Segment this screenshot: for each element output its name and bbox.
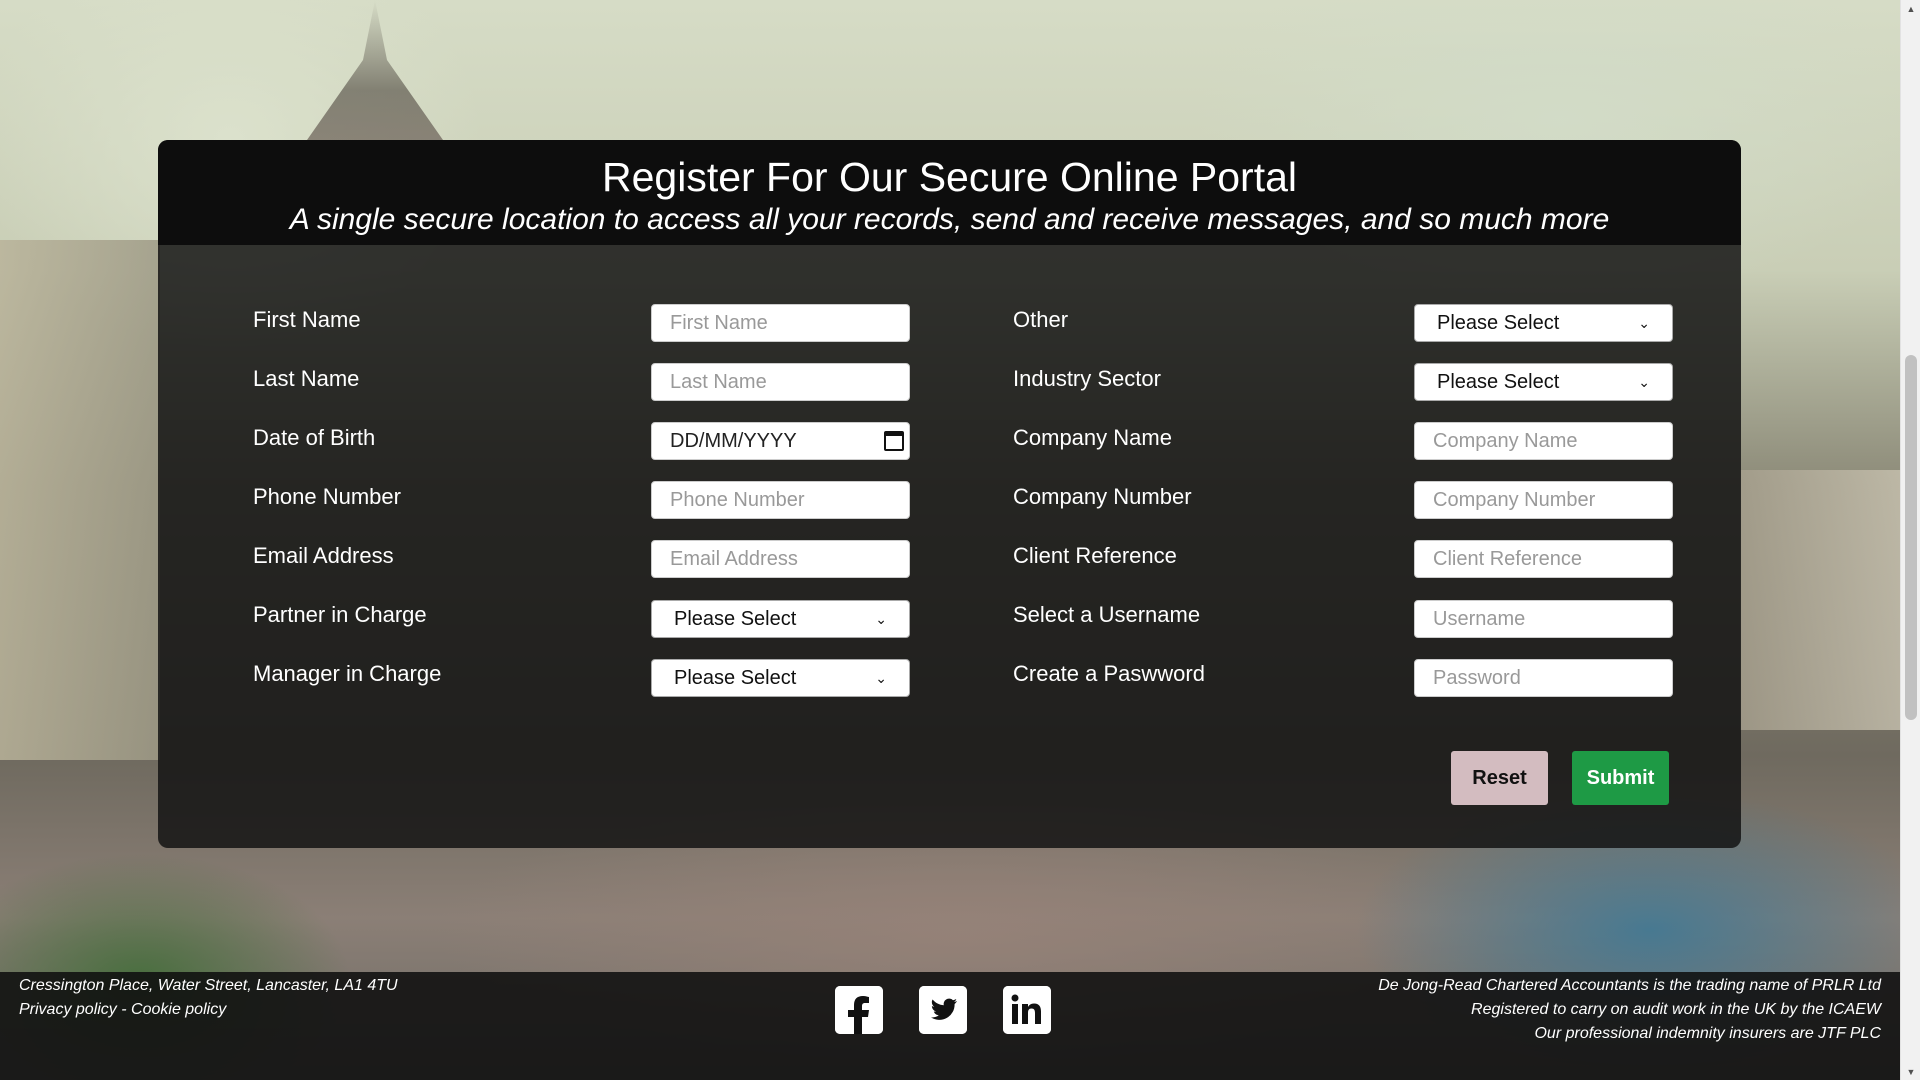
email-address-input[interactable]: Email Address	[651, 540, 910, 578]
footer-left: Cressington Place, Water Street, Lancast…	[19, 974, 398, 1022]
page-subtitle: A single secure location to access all y…	[289, 203, 1610, 236]
date-of-birth-value: DD/MM/YYYY	[670, 429, 797, 452]
industry-sector-value: Please Select	[1437, 370, 1560, 393]
footer-address: Cressington Place, Water Street, Lancast…	[19, 977, 398, 994]
twitter-icon[interactable]	[919, 986, 967, 1034]
footer-links: Privacy policy - Cookie policy	[19, 998, 398, 1022]
company-name-input[interactable]: Company Name	[1414, 422, 1673, 460]
company-name-label: Company Name	[1013, 425, 1172, 450]
scroll-up-arrow-icon[interactable]: ▲	[1901, 0, 1920, 17]
footer-right: De Jong-Read Chartered Accountants is th…	[1378, 974, 1881, 1046]
company-number-input[interactable]: Company Number	[1414, 481, 1673, 519]
background-buildings-left	[0, 240, 160, 760]
partner-in-charge-value: Please Select	[674, 607, 797, 630]
chevron-down-icon: ⌄	[875, 610, 887, 627]
footer-legal-line-1: De Jong-Read Chartered Accountants is th…	[1378, 977, 1881, 994]
first-name-label: First Name	[253, 307, 361, 332]
background-buildings-right	[1740, 470, 1900, 730]
chevron-down-icon: ⌄	[875, 669, 887, 686]
footer-legal-line-3: Our professional indemnity insurers are …	[1534, 1025, 1881, 1042]
username-input[interactable]: Username	[1414, 600, 1673, 638]
registration-panel: Register For Our Secure Online Portal A …	[158, 140, 1741, 848]
industry-sector-label: Industry Sector	[1013, 366, 1161, 391]
reset-button[interactable]: Reset	[1451, 751, 1548, 805]
first-name-input[interactable]: First Name	[651, 304, 910, 342]
chevron-down-icon: ⌄	[1638, 373, 1650, 390]
page-title: Register For Our Secure Online Portal	[602, 154, 1297, 200]
chevron-down-icon: ⌄	[1638, 314, 1650, 331]
phone-number-input[interactable]: Phone Number	[651, 481, 910, 519]
manager-in-charge-label: Manager in Charge	[253, 661, 442, 686]
date-of-birth-label: Date of Birth	[253, 425, 376, 450]
scroll-down-arrow-icon[interactable]: ▼	[1901, 1063, 1920, 1080]
client-reference-label: Client Reference	[1013, 543, 1177, 568]
manager-in-charge-select[interactable]: Please Select ⌄	[651, 659, 910, 697]
other-label: Other	[1013, 307, 1069, 332]
phone-number-label: Phone Number	[253, 484, 401, 509]
calendar-icon[interactable]	[884, 431, 904, 451]
client-reference-input[interactable]: Client Reference	[1414, 540, 1673, 578]
date-of-birth-input[interactable]: DD/MM/YYYY	[651, 422, 910, 460]
password-label: Create a Paswword	[1013, 661, 1205, 686]
footer: Cressington Place, Water Street, Lancast…	[0, 972, 1900, 1080]
linkedin-icon[interactable]	[1003, 986, 1051, 1034]
vertical-scrollbar[interactable]: ▲ ▼	[1900, 0, 1920, 1080]
facebook-icon[interactable]	[835, 986, 883, 1034]
privacy-policy-link[interactable]: Privacy policy	[19, 1001, 117, 1018]
panel-header: Register For Our Secure Online Portal A …	[158, 140, 1741, 245]
username-label: Select a Username	[1013, 602, 1201, 627]
partner-in-charge-select[interactable]: Please Select ⌄	[651, 600, 910, 638]
submit-button[interactable]: Submit	[1572, 751, 1669, 805]
password-input[interactable]: Password	[1414, 659, 1673, 697]
company-number-label: Company Number	[1013, 484, 1192, 509]
email-address-label: Email Address	[253, 543, 394, 568]
partner-in-charge-label: Partner in Charge	[253, 602, 427, 627]
social-links	[835, 986, 1051, 1034]
footer-legal-line-2: Registered to carry on audit work in the…	[1471, 1001, 1881, 1018]
manager-in-charge-value: Please Select	[674, 666, 797, 689]
other-select[interactable]: Please Select ⌄	[1414, 304, 1673, 342]
footer-link-separator: -	[116, 1001, 132, 1018]
industry-sector-select[interactable]: Please Select ⌄	[1414, 363, 1673, 401]
last-name-input[interactable]: Last Name	[651, 363, 910, 401]
last-name-label: Last Name	[253, 366, 360, 391]
cookie-policy-link[interactable]: Cookie policy	[131, 1001, 226, 1018]
scrollbar-thumb[interactable]	[1905, 355, 1917, 720]
other-value: Please Select	[1437, 311, 1560, 334]
